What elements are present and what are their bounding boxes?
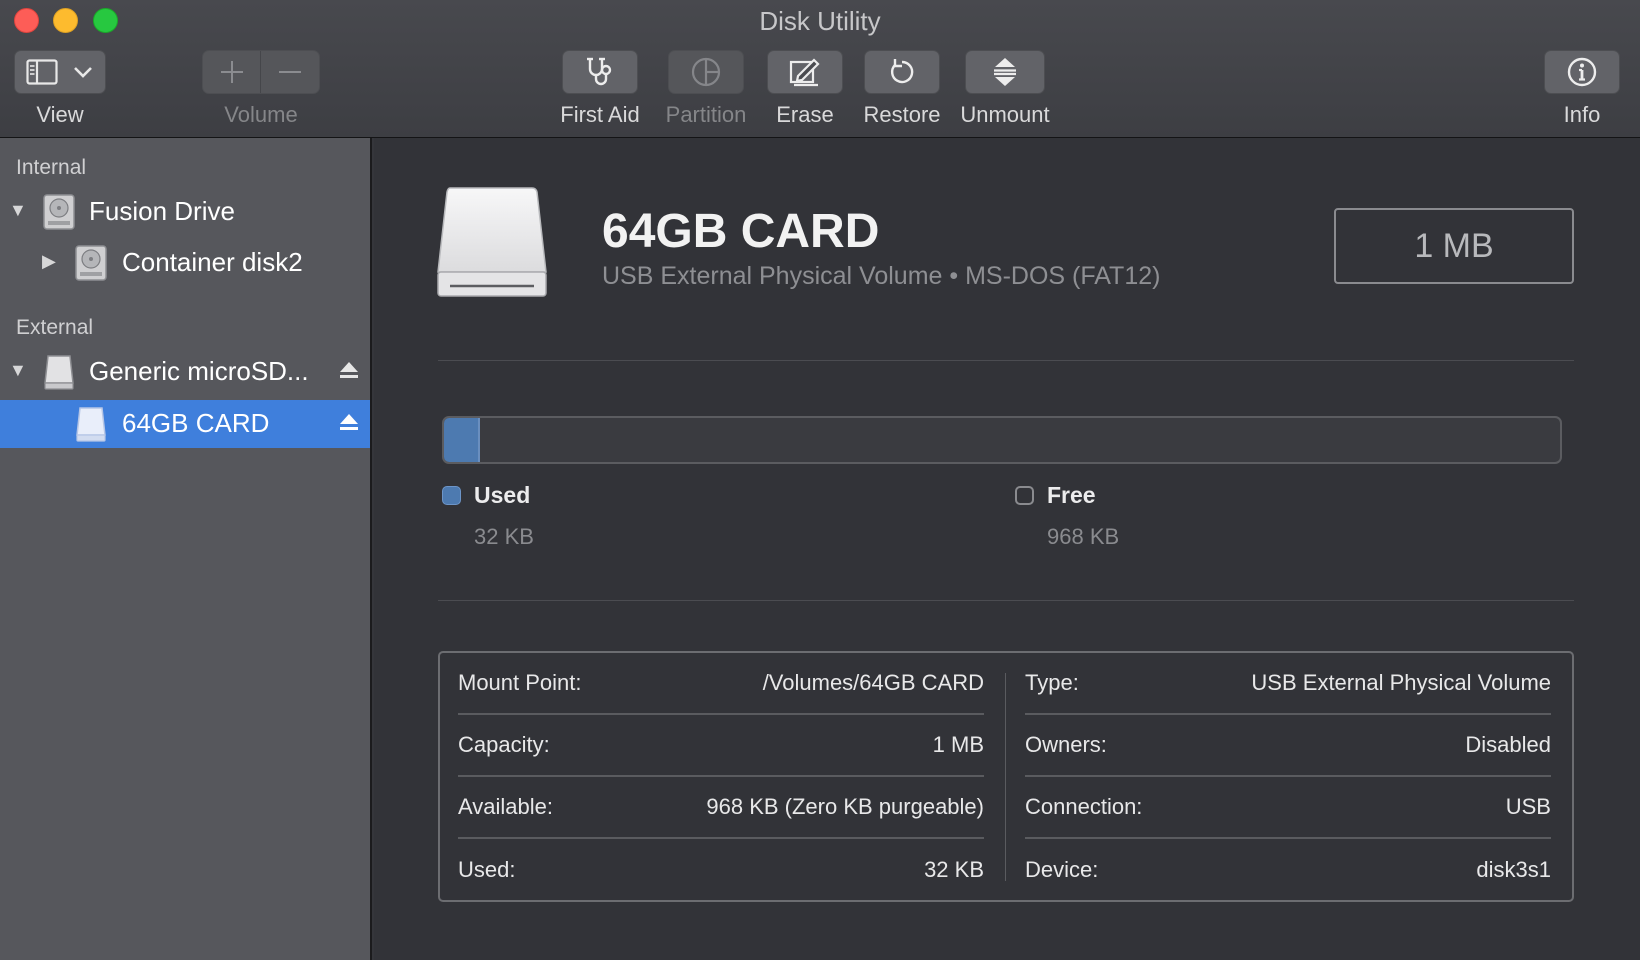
info-value: 1 MB bbox=[932, 732, 984, 757]
info-key: Type: bbox=[1025, 670, 1079, 695]
stethoscope-icon bbox=[587, 57, 612, 86]
info-key: Owners: bbox=[1025, 732, 1107, 757]
erase-icon bbox=[789, 58, 820, 87]
info-icon bbox=[1567, 57, 1597, 87]
info-row-available: Available: 968 KB (Zero KB purgeable) bbox=[458, 777, 984, 839]
info-row-owners: Owners: Disabled bbox=[1025, 715, 1551, 777]
sidebar-header-external: External bbox=[16, 316, 94, 339]
minus-icon bbox=[279, 71, 301, 73]
info-value: /Volumes/64GB CARD bbox=[762, 670, 984, 695]
chevron-down-icon bbox=[74, 67, 92, 78]
info-row-device: Device: disk3s1 bbox=[1025, 839, 1551, 901]
info-row-connection: Connection: USB bbox=[1025, 777, 1551, 839]
free-legend-label: Free bbox=[1047, 482, 1096, 508]
disclosure-expanded-icon[interactable]: ▼ bbox=[9, 360, 27, 381]
volume-name: 64GB CARD bbox=[602, 205, 880, 258]
plus-icon bbox=[220, 61, 243, 83]
volume-info-table: Mount Point: /Volumes/64GB CARD Capacity… bbox=[438, 651, 1574, 902]
view-button[interactable] bbox=[14, 50, 106, 94]
volume-label: Volume bbox=[224, 102, 298, 127]
sidebar-item-generic-microsd[interactable]: ▼ Generic microSD... bbox=[0, 348, 370, 396]
eject-icon[interactable] bbox=[339, 360, 359, 385]
info-value: USB bbox=[1505, 794, 1551, 819]
view-label: View bbox=[36, 102, 84, 127]
info-value: 968 KB (Zero KB purgeable) bbox=[706, 794, 984, 819]
sidebar-item-label: 64GB CARD bbox=[122, 408, 270, 438]
volume-subtitle: USB External Physical Volume • MS-DOS (F… bbox=[602, 262, 1161, 290]
unmount-icon bbox=[994, 58, 1016, 86]
usage-bar-used bbox=[444, 418, 480, 462]
main-content: 64GB CARD USB External Physical Volume •… bbox=[374, 138, 1640, 960]
remove-volume-button[interactable] bbox=[261, 51, 319, 93]
partition-icon bbox=[691, 57, 721, 87]
used-legend-swatch bbox=[442, 486, 461, 505]
sidebar-item-container-disk2[interactable]: ▶ Container disk2 bbox=[0, 239, 370, 287]
restore-label: Restore bbox=[863, 102, 941, 127]
info-row-used: Used: 32 KB bbox=[458, 839, 984, 901]
free-legend-value: 968 KB bbox=[1047, 524, 1120, 549]
first-aid-control: First Aid bbox=[550, 50, 650, 128]
sidebar: Internal ▼ Fusion Drive ▶ Container disk… bbox=[0, 138, 372, 960]
info-row-type: Type: USB External Physical Volume bbox=[1025, 653, 1551, 715]
first-aid-button[interactable] bbox=[562, 50, 638, 94]
first-aid-label: First Aid bbox=[560, 102, 640, 127]
unmount-button[interactable] bbox=[965, 50, 1045, 94]
usage-bar bbox=[442, 416, 1562, 464]
partition-button[interactable] bbox=[668, 50, 744, 94]
view-control: View bbox=[14, 50, 106, 128]
sidebar-item-label: Fusion Drive bbox=[89, 196, 235, 226]
sidebar-item-64gb-card[interactable]: 64GB CARD bbox=[0, 400, 370, 448]
info-key: Capacity: bbox=[458, 732, 550, 757]
unmount-control: Unmount bbox=[955, 50, 1055, 128]
volume-large-icon bbox=[434, 184, 550, 307]
free-legend-swatch bbox=[1015, 486, 1034, 505]
restore-control: Restore bbox=[850, 50, 954, 128]
sidebar-item-label: Container disk2 bbox=[122, 247, 303, 277]
info-key: Connection: bbox=[1025, 794, 1143, 819]
restore-button[interactable] bbox=[864, 50, 940, 94]
info-key: Available: bbox=[458, 794, 553, 819]
info-key: Mount Point: bbox=[458, 670, 582, 695]
info-key: Device: bbox=[1025, 857, 1099, 882]
info-row-mount-point: Mount Point: /Volumes/64GB CARD bbox=[458, 653, 984, 715]
external-disk-icon bbox=[42, 353, 76, 396]
info-value: Disabled bbox=[1465, 732, 1551, 757]
info-row-capacity: Capacity: 1 MB bbox=[458, 715, 984, 777]
volume-control: Volume bbox=[202, 50, 320, 128]
external-volume-icon bbox=[74, 405, 108, 448]
sidebar-item-fusion-drive[interactable]: ▼ Fusion Drive bbox=[0, 188, 370, 236]
add-volume-button[interactable] bbox=[203, 51, 262, 93]
info-control: Info bbox=[1544, 50, 1620, 128]
eject-icon[interactable] bbox=[339, 412, 359, 437]
sidebar-item-label: Generic microSD... bbox=[89, 356, 309, 386]
divider bbox=[438, 360, 1574, 361]
info-key: Used: bbox=[458, 857, 516, 882]
sidebar-header-internal: Internal bbox=[16, 156, 87, 179]
used-legend-label: Used bbox=[474, 482, 531, 508]
info-value: USB External Physical Volume bbox=[1251, 670, 1551, 695]
column-divider bbox=[1005, 673, 1006, 881]
info-value: disk3s1 bbox=[1476, 857, 1551, 882]
used-legend-value: 32 KB bbox=[474, 524, 534, 549]
info-label: Info bbox=[1563, 102, 1601, 127]
sidebar-icon bbox=[26, 59, 58, 85]
erase-button[interactable] bbox=[767, 50, 843, 94]
disclosure-collapsed-icon[interactable]: ▶ bbox=[42, 251, 56, 272]
internal-disk-icon bbox=[74, 244, 108, 287]
info-button[interactable] bbox=[1544, 50, 1620, 94]
disclosure-expanded-icon[interactable]: ▼ bbox=[9, 200, 27, 221]
volume-size-badge: 1 MB bbox=[1334, 208, 1574, 284]
erase-control: Erase bbox=[764, 50, 846, 128]
info-value: 32 KB bbox=[924, 857, 984, 882]
partition-control: Partition bbox=[655, 50, 757, 128]
disk-utility-window: Disk Utility View Volume First Aid Parti… bbox=[0, 0, 1640, 960]
partition-label: Partition bbox=[665, 102, 747, 127]
unmount-label: Unmount bbox=[960, 102, 1050, 127]
restore-icon bbox=[890, 59, 914, 84]
toolbar: Disk Utility View Volume First Aid Parti… bbox=[0, 0, 1640, 138]
erase-label: Erase bbox=[776, 102, 834, 127]
divider bbox=[438, 600, 1574, 601]
internal-disk-icon bbox=[42, 193, 76, 236]
window-title: Disk Utility bbox=[759, 6, 881, 36]
